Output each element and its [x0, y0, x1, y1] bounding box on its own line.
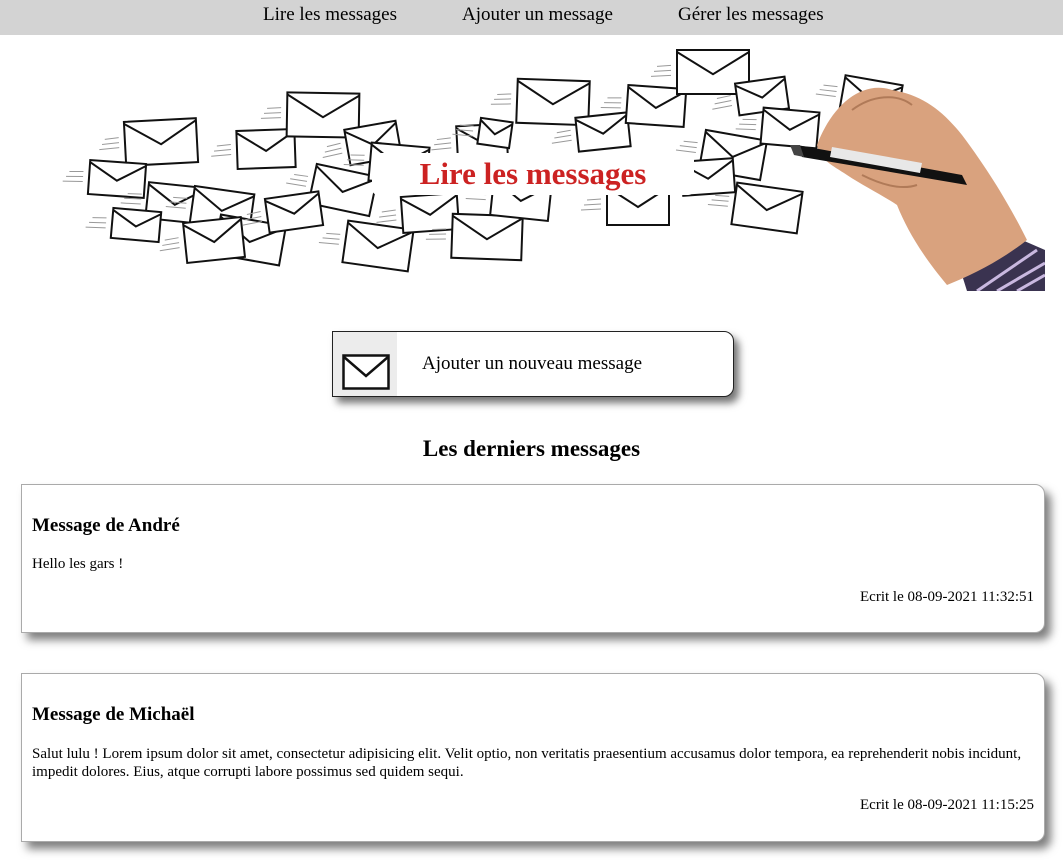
message-card: Message de André Hello les gars ! Ecrit …	[21, 484, 1045, 633]
latest-messages-heading: Les derniers messages	[422, 436, 641, 461]
message-date: Ecrit le 08-09-2021 11:15:25	[860, 797, 1034, 813]
message-body: Salut lulu ! Lorem ipsum dolor sit amet,…	[32, 746, 1022, 780]
message-author: Message de André	[32, 515, 180, 536]
add-message-button-label: Ajouter un nouveau message	[422, 353, 643, 374]
message-date: Ecrit le 08-09-2021 11:32:51	[860, 589, 1034, 605]
nav-link-read-messages[interactable]: Lire les messages	[263, 4, 397, 26]
add-new-message-button[interactable]: Ajouter un nouveau message	[332, 331, 734, 397]
add-message-icon-box	[333, 332, 397, 396]
envelope-icon	[342, 354, 390, 390]
message-author: Message de Michaël	[32, 704, 195, 725]
nav-link-add-message[interactable]: Ajouter un message	[462, 4, 613, 26]
message-card: Message de Michaël Salut lulu ! Lorem ip…	[21, 673, 1045, 842]
top-navigation: Lire les messages Ajouter un message Gér…	[0, 0, 1063, 35]
header-banner: Lire les messages	[62, 35, 1045, 291]
hand-with-marker-illustration	[790, 87, 1045, 291]
banner-title: Lire les messages	[372, 153, 694, 195]
message-body: Hello les gars !	[32, 556, 124, 572]
nav-link-manage-messages[interactable]: Gérer les messages	[678, 4, 824, 26]
